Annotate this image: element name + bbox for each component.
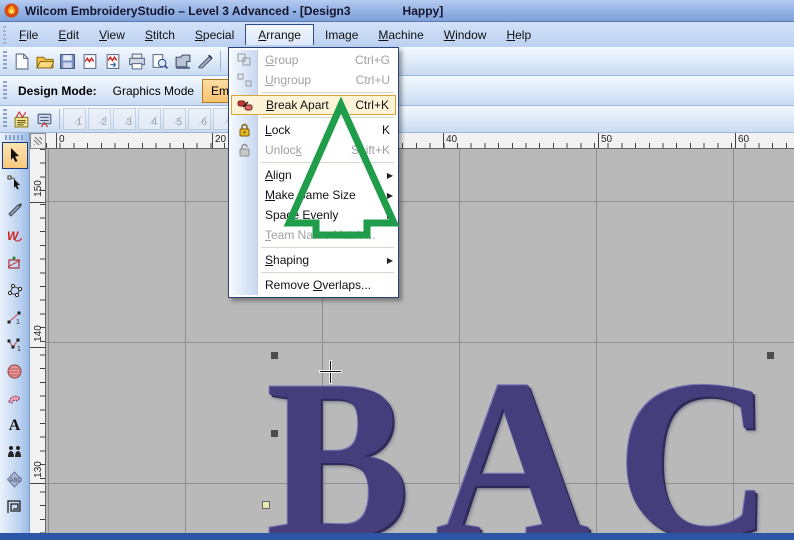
group-icon — [231, 53, 257, 67]
monogram-tool-button[interactable] — [2, 250, 28, 277]
stipple-run-tool-button[interactable] — [2, 493, 28, 520]
arc-tool-button[interactable] — [2, 385, 28, 412]
menu-window[interactable]: Window — [435, 25, 496, 45]
menu-item-group[interactable]: Group Ctrl+G — [231, 50, 396, 70]
menu-help[interactable]: Help — [497, 25, 540, 45]
arrange-menu: Group Ctrl+G Ungroup Ctrl+U Break Apart … — [228, 47, 399, 298]
embroidery-design-text[interactable]: BACA — [266, 345, 794, 533]
menu-separator — [261, 272, 394, 273]
menu-edit[interactable]: Edit — [49, 25, 88, 45]
svg-text:ABC: ABC — [10, 478, 23, 484]
menu-item-lock[interactable]: Lock K — [231, 120, 396, 140]
toolbar-separator — [220, 51, 221, 71]
digitize-column-button[interactable]: 1 — [2, 331, 28, 358]
lettering-run-tool-button[interactable]: W — [2, 223, 28, 250]
unlock-icon — [231, 143, 257, 157]
svg-text:1: 1 — [16, 319, 20, 326]
menu-separator — [261, 92, 394, 93]
digitize-closed-shape-button[interactable] — [2, 277, 28, 304]
needle-2-button[interactable]: ⟋ 2 — [88, 108, 111, 130]
select-tool-button[interactable] — [1, 142, 28, 169]
open-design-button[interactable] — [33, 50, 56, 73]
graphics-mode-button[interactable]: Graphics Mode — [105, 80, 202, 102]
submenu-arrow-icon: ▶ — [386, 190, 393, 200]
vertical-ruler: 150 140 130 — [30, 149, 46, 533]
insert-design-button[interactable] — [79, 50, 102, 73]
needle-6-button[interactable]: ⟋ 6 — [188, 108, 211, 130]
new-design-button[interactable] — [10, 50, 33, 73]
menu-item-make-same-size[interactable]: Make Same Size ▶ — [231, 185, 396, 205]
menu-item-space-evenly[interactable]: Space Evenly ▶ — [231, 205, 396, 225]
menu-separator — [261, 162, 394, 163]
break-apart-icon — [232, 98, 258, 112]
submenu-arrow-icon: ▶ — [386, 170, 393, 180]
toolbar-grip — [3, 25, 6, 44]
window-title-suffix: Happy] — [402, 3, 444, 18]
menu-stitch[interactable]: Stitch — [136, 25, 184, 45]
menu-machine[interactable]: Machine — [369, 25, 432, 45]
needle-5-button[interactable]: ⟋ 5 — [163, 108, 186, 130]
app-flame-icon — [4, 3, 19, 18]
reshape-tool-button[interactable] — [2, 169, 28, 196]
svg-text:1: 1 — [17, 346, 21, 353]
knife-tool-button[interactable] — [194, 50, 217, 73]
export-design-button[interactable] — [102, 50, 125, 73]
digitize-open-line-button[interactable]: 1 — [2, 304, 28, 331]
toolbar-grip — [3, 80, 7, 101]
save-design-button[interactable] — [56, 50, 79, 73]
menu-item-unlock[interactable]: Unlock Shift+K — [231, 140, 396, 160]
ruler-ticks — [46, 143, 794, 148]
ruler-corner — [30, 133, 46, 149]
ruler-corner-icon — [34, 137, 42, 145]
toolbar-grip — [3, 51, 7, 71]
menu-file[interactable]: File — [10, 25, 47, 45]
stitch-list-button[interactable] — [10, 108, 33, 131]
menu-item-team-name-matrix[interactable]: Team Name Matrix... — [231, 225, 396, 245]
submenu-arrow-icon: ▶ — [386, 255, 393, 265]
needle-4-button[interactable]: ⟋ 4 — [138, 108, 161, 130]
crosshair-cursor — [320, 371, 341, 372]
needle-1-button[interactable]: ⟋ 1 — [63, 108, 86, 130]
toolbox: W 1 1 A ABC — [0, 133, 30, 533]
design-mode-label: Design Mode: — [18, 83, 97, 98]
menu-view[interactable]: View — [90, 25, 134, 45]
menu-item-ungroup[interactable]: Ungroup Ctrl+U — [231, 70, 396, 90]
circle-tool-button[interactable] — [2, 358, 28, 385]
title-bar: Wilcom EmbroideryStudio – Level 3 Advanc… — [0, 0, 794, 22]
window-title: Wilcom EmbroideryStudio – Level 3 Advanc… — [25, 3, 351, 18]
selection-handle[interactable] — [767, 352, 774, 359]
ungroup-icon — [231, 73, 257, 87]
knife-tool-button[interactable] — [2, 196, 28, 223]
toolbar-separator — [59, 109, 60, 129]
design-canvas[interactable]: BACA — [46, 149, 794, 533]
menu-separator — [261, 117, 394, 118]
lettering-tool-button[interactable]: A — [2, 412, 28, 439]
menu-item-shaping[interactable]: Shaping ▶ — [231, 250, 396, 270]
needle-3-button[interactable]: ⟋ 3 — [113, 108, 136, 130]
team-names-tool-button[interactable] — [2, 439, 28, 466]
menu-separator — [261, 247, 394, 248]
menu-item-remove-overlaps[interactable]: Remove Overlaps... — [231, 275, 396, 295]
submenu-arrow-icon: ▶ — [386, 210, 393, 220]
auto-lettering-button[interactable]: ABC — [2, 466, 28, 493]
menu-item-break-apart[interactable]: Break Apart Ctrl+K — [231, 95, 396, 115]
menu-image[interactable]: Image — [316, 25, 367, 45]
stitch-entry-marker — [262, 501, 270, 509]
stitch-machine-button[interactable] — [171, 50, 194, 73]
lock-icon — [231, 123, 257, 137]
menu-bar: File Edit View Stitch Special Arrange Im… — [0, 22, 794, 47]
horizontal-ruler: 0 20 40 50 60 — [46, 133, 794, 149]
toolbar-grip — [3, 109, 7, 129]
menu-item-align[interactable]: Align ▶ — [231, 165, 396, 185]
selection-handle[interactable] — [271, 352, 278, 359]
window-bottom-edge — [0, 533, 794, 540]
crosshair-cursor — [330, 361, 331, 383]
thread-colors-button[interactable] — [33, 108, 56, 131]
print-button[interactable] — [125, 50, 148, 73]
toolbar-grip — [4, 135, 25, 140]
menu-special[interactable]: Special — [186, 25, 243, 45]
print-preview-button[interactable] — [148, 50, 171, 73]
selection-handle[interactable] — [271, 430, 278, 437]
menu-arrange[interactable]: Arrange — [245, 24, 314, 45]
